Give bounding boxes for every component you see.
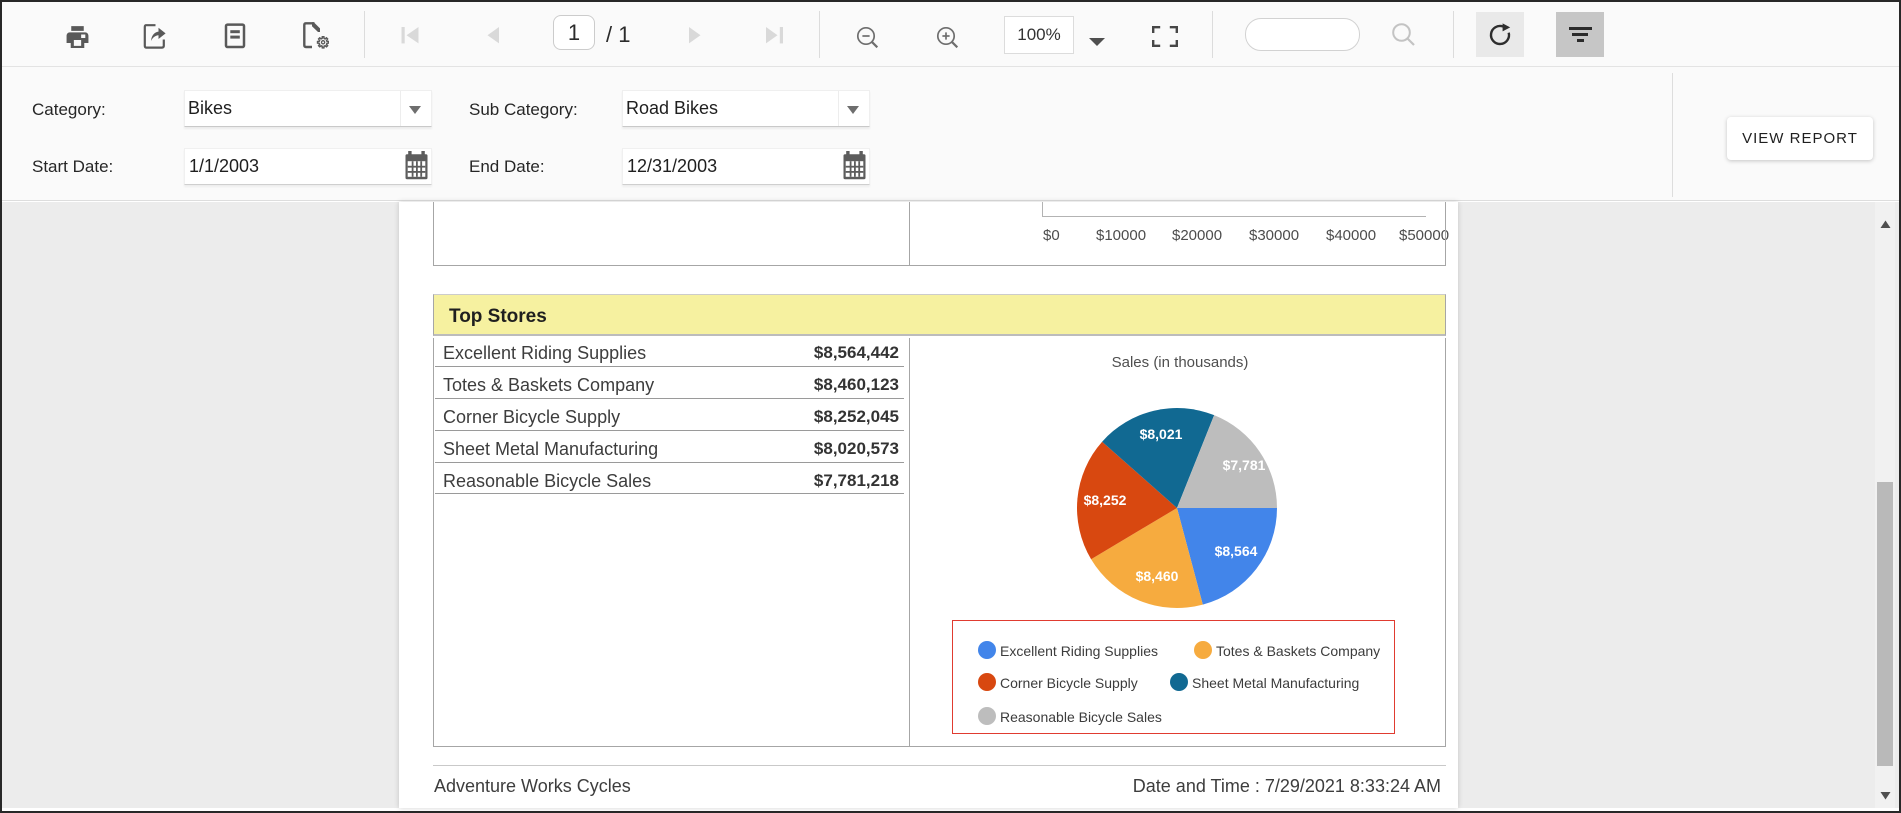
svg-text:$8,252: $8,252 <box>1084 492 1127 508</box>
svg-text:$8,460: $8,460 <box>1136 568 1179 584</box>
svg-text:$8,021: $8,021 <box>1140 426 1183 442</box>
svg-text:$8,564: $8,564 <box>1215 543 1258 559</box>
svg-text:$7,781: $7,781 <box>1223 457 1266 473</box>
